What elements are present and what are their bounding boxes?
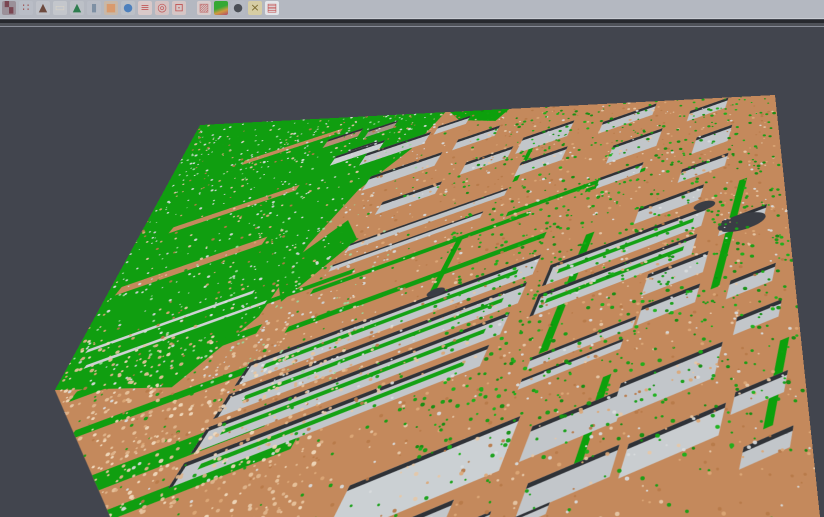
- extent-brackets-icon[interactable]: ⊡: [172, 1, 186, 15]
- classified-point-cloud: [0, 95, 824, 517]
- ghost-window-icon[interactable]: ▭: [53, 1, 67, 15]
- target-circle-icon[interactable]: ◎: [155, 1, 169, 15]
- green-hill-icon[interactable]: ▲: [70, 1, 84, 15]
- classification-palette-icon[interactable]: ▚: [2, 1, 16, 15]
- application-window: ▚∷▲▭▲▮■●≡◎⊡▨●×▤: [0, 0, 824, 517]
- point-cloud-tile: [0, 95, 824, 517]
- scissors-icon[interactable]: ×: [248, 1, 262, 15]
- terrain-mountain-icon[interactable]: ▲: [36, 1, 50, 15]
- binoculars-icon[interactable]: ●: [231, 1, 245, 15]
- scatter-points-icon[interactable]: ∷: [19, 1, 33, 15]
- orange-tile-icon[interactable]: ■: [104, 1, 118, 15]
- render-viewport-3d[interactable]: [0, 27, 824, 517]
- red-list-icon[interactable]: ≡: [138, 1, 152, 15]
- main-toolbar: ▚∷▲▭▲▮■●≡◎⊡▨●×▤: [0, 0, 824, 19]
- point-cloud-render: [0, 95, 824, 517]
- striped-flag-icon[interactable]: ▤: [265, 1, 279, 15]
- hatched-tile-icon[interactable]: ▨: [197, 1, 211, 15]
- classified-map-icon[interactable]: [214, 1, 228, 15]
- column-ruler-icon[interactable]: ▮: [87, 1, 101, 15]
- globe-icon[interactable]: ●: [121, 1, 135, 15]
